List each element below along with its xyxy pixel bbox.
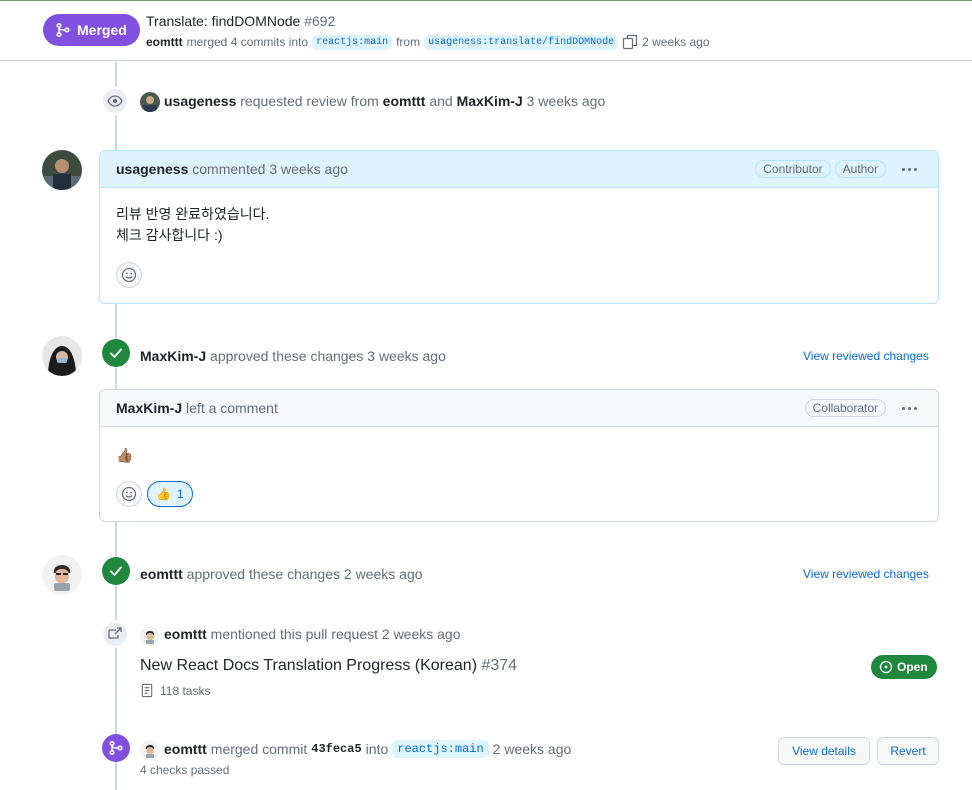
head-branch[interactable]: usageness:translate/findDOMNode <box>424 34 619 50</box>
avatar[interactable] <box>140 92 160 112</box>
event-text: into <box>365 741 389 757</box>
event-time[interactable]: 3 weeks ago <box>527 93 606 109</box>
actor-link[interactable]: eomttt <box>164 741 207 757</box>
issue-tasks: 118 tasks <box>140 683 210 698</box>
comment-author-line: usageness commented 3 weeks ago <box>116 161 348 177</box>
comment-body: 👍🏽 <box>100 427 938 482</box>
merge-event: eomttt merged commit 43feca5 into reactj… <box>164 740 571 758</box>
merged-text: merged 4 commits into <box>186 35 309 49</box>
add-reaction-smiley-icon[interactable] <box>116 481 142 507</box>
issue-title: New React Docs Translation Progress (Kor… <box>140 657 478 674</box>
event-time[interactable]: 2 weeks ago <box>382 626 461 642</box>
git-merge-icon <box>55 22 71 38</box>
reaction-emoji: 👍 <box>156 487 171 501</box>
collaborator-badge: Collaborator <box>804 399 886 417</box>
issue-open-badge: Open <box>871 655 937 679</box>
git-merge-icon <box>102 734 130 762</box>
review-comment-box: MaxKim-J left a comment Collaborator 👍🏽 … <box>99 389 939 522</box>
tasks-count: 118 tasks <box>160 683 211 698</box>
eye-icon <box>101 87 129 115</box>
avatar[interactable] <box>140 626 160 646</box>
comment-time[interactable]: 3 weeks ago <box>269 161 348 177</box>
check-icon <box>102 557 130 585</box>
target-branch[interactable]: reactjs:main <box>392 740 489 758</box>
checklist-icon <box>140 683 155 698</box>
merged-status-label: Merged <box>77 22 127 38</box>
commit-sha-link[interactable]: 43feca5 <box>311 742 361 756</box>
event-time[interactable]: 2 weeks ago <box>493 741 572 757</box>
referenced-issue-link[interactable]: New React Docs Translation Progress (Kor… <box>140 657 517 675</box>
comment-line: 리뷰 반영 완료하였습니다. <box>116 206 270 222</box>
base-branch[interactable]: reactjs:main <box>312 34 393 50</box>
contributor-badge: Contributor <box>755 160 831 178</box>
actor-link[interactable]: MaxKim-J <box>140 348 206 364</box>
comment-header-actions: Contributor Author <box>755 159 922 179</box>
actor-link[interactable]: eomttt <box>164 626 207 642</box>
comment-action: commented <box>192 161 266 177</box>
thumbs-up-reaction[interactable]: 👍 1 <box>147 481 193 507</box>
comment-box: usageness commented 3 weeks ago Contribu… <box>99 150 939 304</box>
add-reaction-smiley-icon[interactable] <box>116 262 142 288</box>
avatar[interactable] <box>140 740 160 760</box>
comment-author-line: MaxKim-J left a comment <box>116 400 278 416</box>
thumbs-up-emoji: 👍🏽 <box>116 447 134 463</box>
approval-event: eomttt approved these changes 2 weeks ag… <box>140 566 423 582</box>
event-text: requested review from <box>240 93 379 109</box>
comment-header: usageness commented 3 weeks ago Contribu… <box>100 151 938 188</box>
view-details-button[interactable]: View details <box>778 737 870 765</box>
view-reviewed-changes-link[interactable]: View reviewed changes <box>803 349 929 363</box>
view-reviewed-changes-link[interactable]: View reviewed changes <box>803 567 929 581</box>
pr-author-link[interactable]: eomttt <box>146 35 183 49</box>
author-badge: Author <box>834 160 886 178</box>
checks-passed[interactable]: 4 checks passed <box>140 763 229 777</box>
event-text: approved these changes <box>210 348 364 364</box>
event-text: merged commit <box>210 741 308 757</box>
comment-author[interactable]: MaxKim-J <box>116 400 182 416</box>
comment-author[interactable]: usageness <box>116 161 188 177</box>
reviewer-link[interactable]: eomttt <box>383 93 426 109</box>
comment-header: MaxKim-J left a comment Collaborator <box>100 390 938 427</box>
revert-button[interactable]: Revert <box>877 737 939 765</box>
comment-line: 체크 감사합니다 :) <box>116 227 223 243</box>
from-text: from <box>396 35 421 49</box>
issue-status: Open <box>897 660 928 674</box>
avatar[interactable] <box>42 150 82 190</box>
pr-title-text: Translate: findDOMNode <box>146 13 301 29</box>
pr-merged-time: 2 weeks ago <box>642 35 710 49</box>
pr-number: #692 <box>304 13 336 29</box>
comment-action: left a comment <box>186 400 278 416</box>
issue-open-icon <box>879 660 893 674</box>
check-icon <box>102 339 130 367</box>
cross-reference-icon <box>101 620 129 648</box>
merged-status-badge: Merged <box>43 14 140 46</box>
avatar[interactable] <box>42 336 82 376</box>
event-time[interactable]: 2 weeks ago <box>344 566 423 582</box>
approval-event: MaxKim-J approved these changes 3 weeks … <box>140 348 446 364</box>
avatar[interactable] <box>42 555 82 595</box>
issue-number: #374 <box>481 657 518 674</box>
reviewer-link[interactable]: MaxKim-J <box>457 93 523 109</box>
event-text: approved these changes <box>186 566 341 582</box>
event-text: and <box>429 93 453 109</box>
pr-meta: eomttt merged 4 commits into reactjs:mai… <box>146 34 710 50</box>
actor-link[interactable]: eomttt <box>140 566 183 582</box>
comment-body: 리뷰 반영 완료하였습니다. 체크 감사합니다 :) <box>100 188 938 262</box>
reaction-count: 1 <box>176 487 184 501</box>
actor-link[interactable]: usageness <box>164 93 236 109</box>
event-time[interactable]: 3 weeks ago <box>367 348 446 364</box>
mention-event: eomttt mentioned this pull request 2 wee… <box>164 626 461 642</box>
review-request-event: usageness requested review from eomttt a… <box>164 93 605 109</box>
sticky-pr-header: Merged Translate: findDOMNode #692 eomtt… <box>0 1 972 61</box>
copy-icon[interactable] <box>622 34 638 50</box>
event-text: mentioned this pull request <box>210 626 378 642</box>
kebab-menu-icon[interactable] <box>896 398 922 418</box>
kebab-menu-icon[interactable] <box>896 159 922 179</box>
comment-header-actions: Collaborator <box>804 398 922 418</box>
pr-title: Translate: findDOMNode #692 <box>146 13 335 29</box>
